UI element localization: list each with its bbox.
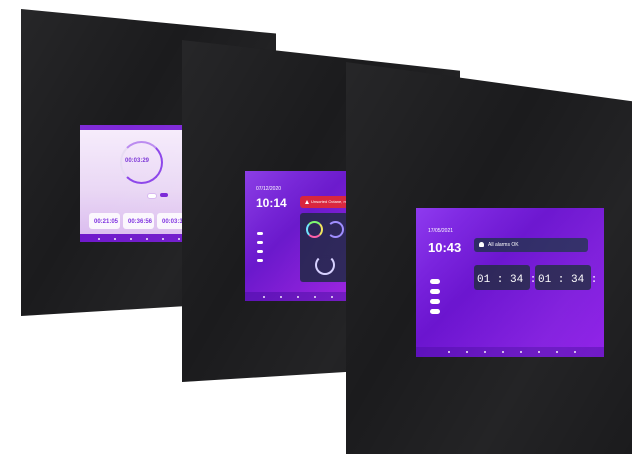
settings-icon[interactable] bbox=[297, 296, 299, 298]
middle-time: 10:14 bbox=[256, 196, 287, 210]
menu-icon[interactable] bbox=[574, 351, 576, 353]
right-timer-2: 01 : 34 : 46 bbox=[538, 274, 604, 286]
alarm-text: All alarms OK bbox=[488, 242, 519, 248]
power-icon[interactable] bbox=[314, 296, 316, 298]
side-toggle-2[interactable] bbox=[430, 289, 440, 294]
power-icon[interactable] bbox=[146, 238, 148, 240]
bell-icon[interactable] bbox=[114, 238, 116, 240]
side-toggle-3[interactable] bbox=[430, 299, 440, 304]
settings-icon[interactable] bbox=[484, 351, 486, 353]
home-icon[interactable] bbox=[98, 238, 100, 240]
right-time: 10:43 bbox=[428, 240, 462, 255]
home-icon[interactable] bbox=[263, 296, 265, 298]
play-button[interactable] bbox=[160, 193, 168, 197]
device-scene: 00:03:29 00:21:05 00:36:56 00:03:36 07/1… bbox=[0, 0, 632, 454]
device-right: 17/05/2021 10:43 All alarms OK 01 : 34 :… bbox=[346, 62, 632, 454]
color-ring[interactable] bbox=[306, 221, 323, 238]
left-toggle-3[interactable] bbox=[257, 250, 263, 253]
left-toggle-4[interactable] bbox=[257, 259, 263, 262]
power-icon[interactable] bbox=[502, 351, 504, 353]
screen-right[interactable]: 17/05/2021 10:43 All alarms OK 01 : 34 :… bbox=[416, 208, 604, 357]
user-icon[interactable] bbox=[178, 238, 180, 240]
top-bar bbox=[80, 125, 197, 130]
side-toggle-1[interactable] bbox=[430, 279, 440, 284]
left-toggle-2[interactable] bbox=[257, 241, 263, 244]
grid-icon[interactable] bbox=[331, 296, 333, 298]
bell-icon[interactable] bbox=[466, 351, 468, 353]
bell-icon bbox=[479, 242, 484, 247]
home-icon[interactable] bbox=[448, 351, 450, 353]
bell-icon[interactable] bbox=[280, 296, 282, 298]
settings-icon[interactable] bbox=[130, 238, 132, 240]
left-toggle-1[interactable] bbox=[257, 232, 263, 235]
gauge-ring-2[interactable] bbox=[315, 255, 335, 275]
info-icon[interactable] bbox=[556, 351, 558, 353]
right-date: 17/05/2021 bbox=[428, 228, 454, 234]
timer-2: 00:36:56 bbox=[128, 219, 153, 225]
side-toggle-4[interactable] bbox=[430, 309, 440, 314]
grid-icon[interactable] bbox=[520, 351, 522, 353]
timer-1: 00:21:05 bbox=[94, 219, 119, 225]
screen-left[interactable]: 00:03:29 00:21:05 00:36:56 00:03:36 bbox=[80, 125, 197, 242]
warning-icon bbox=[305, 200, 309, 204]
middle-date: 07/12/2020 bbox=[256, 186, 282, 192]
main-timer: 00:03:29 bbox=[125, 158, 150, 164]
gauge-ring-1[interactable] bbox=[327, 221, 344, 238]
user-icon[interactable] bbox=[538, 351, 540, 353]
grid-icon[interactable] bbox=[162, 238, 164, 240]
reset-button[interactable] bbox=[147, 193, 157, 199]
